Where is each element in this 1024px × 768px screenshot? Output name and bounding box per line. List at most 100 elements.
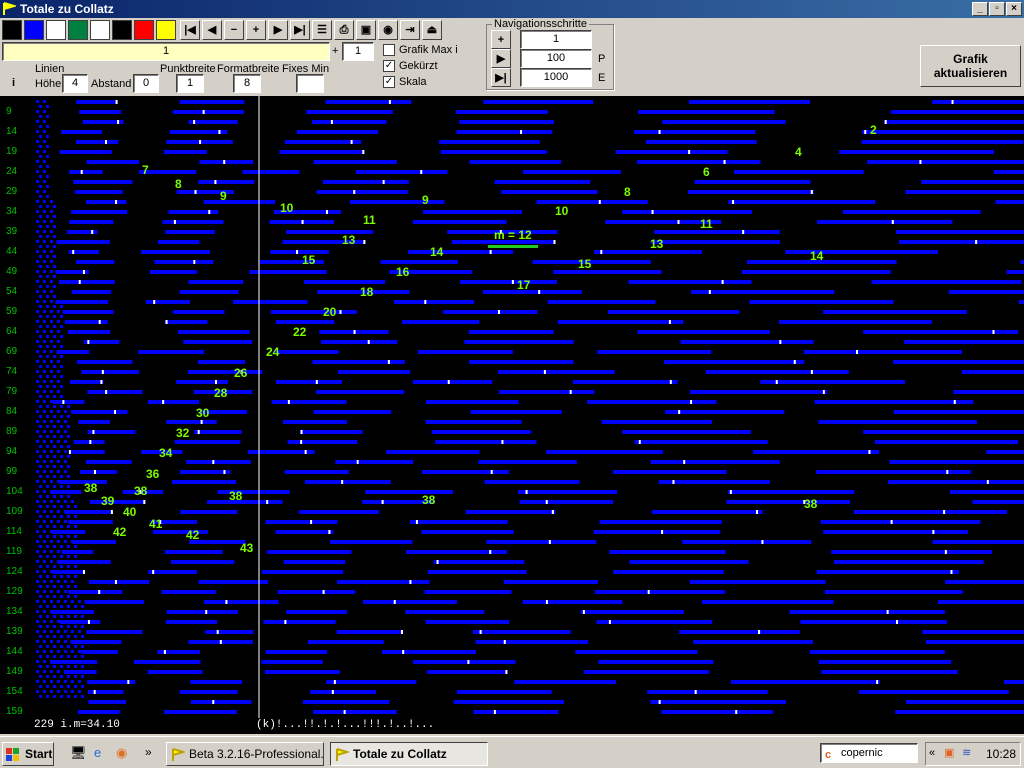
tray-app-icon[interactable]: ▣ [944, 746, 954, 759]
dot-mark [46, 655, 49, 658]
fixes-min-input[interactable] [296, 74, 324, 93]
color-swatch-6[interactable] [112, 20, 132, 40]
bar-mark [190, 700, 252, 704]
tray-expand-icon[interactable]: « [929, 747, 935, 759]
overflow-chevron-icon[interactable]: » [145, 745, 152, 759]
copernic-search-field[interactable]: c copernic [820, 743, 918, 763]
color-swatch-1[interactable] [2, 20, 22, 40]
network-icon[interactable]: ≋ [962, 746, 971, 759]
color-swatch-4[interactable] [68, 20, 88, 40]
bar-mark [609, 550, 726, 554]
grid-button[interactable]: ☰ [312, 20, 332, 40]
bar-mark [265, 520, 338, 524]
nav-p-button[interactable]: ▶ [491, 49, 511, 68]
windows-logo-icon [6, 747, 20, 761]
dot-mark [39, 535, 42, 538]
bar-mark [386, 450, 480, 454]
dot-mark [53, 535, 56, 538]
refresh-line2: aktualisieren [933, 66, 1008, 80]
collatz-number-label: 22 [293, 325, 307, 339]
taskbar-item-collatz[interactable]: Totale zu Collatz [330, 742, 488, 766]
save-button[interactable]: ▣ [356, 20, 376, 40]
skala-checkbox[interactable]: ✓ [383, 76, 395, 88]
collatz-canvas[interactable]: 9 14 19 24 29 34 39 44 49 54 59 64 69 74 79 84 89 94 99 104… [0, 96, 1024, 718]
row-label: 14 [6, 126, 18, 137]
minimize-button[interactable]: _ [972, 2, 988, 16]
nav-plus-button[interactable]: + [491, 30, 511, 49]
dot-mark [50, 430, 53, 433]
bar-mark [312, 360, 405, 364]
exit-button[interactable]: ⏏ [422, 20, 442, 40]
dot-mark [36, 260, 39, 263]
collatz-number-label: 32 [176, 426, 190, 440]
bar-mark [265, 650, 328, 654]
bar-tick [208, 210, 211, 214]
show-desktop-icon[interactable]: 🖥 [70, 745, 87, 761]
taskbar-item-beta[interactable]: Beta 3.2.16-Professional... [166, 742, 324, 766]
bar-tick [197, 430, 200, 434]
dot-mark [50, 640, 53, 643]
bar-mark [895, 710, 1024, 714]
dot-mark [60, 515, 63, 518]
formatbreite-input[interactable]: 8 [233, 74, 261, 93]
dot-mark [39, 185, 42, 188]
collatz-number-label: 17 [517, 278, 531, 292]
close-button[interactable]: × [1006, 2, 1022, 16]
plus-button[interactable]: + [246, 20, 266, 40]
dot-mark [60, 325, 63, 328]
color-swatch-2[interactable] [24, 20, 44, 40]
bar-mark [330, 540, 413, 544]
first-button[interactable]: |◀ [180, 20, 200, 40]
ie-icon[interactable]: e [94, 745, 101, 760]
row-label: 19 [6, 146, 18, 157]
minus-button[interactable]: − [224, 20, 244, 40]
print-button[interactable]: ⎙ [334, 20, 354, 40]
nav-e-input[interactable]: 1000 [520, 68, 592, 87]
bar-mark [81, 370, 140, 374]
bar-mark [59, 150, 112, 154]
bar-mark [172, 110, 244, 114]
dot-mark [39, 325, 42, 328]
range-input[interactable]: 1 [2, 42, 330, 61]
start-button[interactable]: Start [2, 742, 54, 766]
bar-mark [634, 130, 756, 134]
dot-mark [53, 605, 56, 608]
dot-mark [46, 435, 49, 438]
dot-mark [53, 245, 56, 248]
bar-mark [634, 440, 768, 444]
color-swatch-7[interactable] [134, 20, 154, 40]
bar-mark [270, 250, 329, 254]
bar-mark [628, 280, 752, 284]
camera-button[interactable]: ◉ [378, 20, 398, 40]
gekuerzt-checkbox[interactable]: ✓ [383, 60, 395, 72]
dot-mark [64, 460, 67, 463]
hoehe-input[interactable]: 4 [62, 74, 88, 93]
next-button[interactable]: ▶ [268, 20, 288, 40]
dot-mark [64, 410, 67, 413]
step-input[interactable]: 1 [342, 42, 374, 61]
bar-mark [50, 490, 82, 494]
bar-mark [164, 550, 223, 554]
dot-mark [36, 120, 39, 123]
dot-mark [46, 215, 49, 218]
nav-p-input[interactable]: 100 [520, 49, 592, 68]
prev-button[interactable]: ◀ [202, 20, 222, 40]
taskbar-item-beta-label: Beta 3.2.16-Professional... [189, 747, 324, 761]
maximize-button[interactable]: ▫ [989, 2, 1005, 16]
last-button[interactable]: ▶| [290, 20, 310, 40]
dot-mark [39, 465, 42, 468]
color-swatch-3[interactable] [46, 20, 66, 40]
bar-mark [661, 710, 773, 714]
nav-plus-input[interactable]: 1 [520, 30, 592, 49]
bar-mark [315, 390, 405, 394]
abstand-input[interactable]: 0 [133, 74, 159, 93]
bar-mark [393, 300, 475, 304]
punktbreite-input[interactable]: 1 [176, 74, 204, 93]
color-swatch-8[interactable] [156, 20, 176, 40]
export-button[interactable]: ⇥ [400, 20, 420, 40]
grafik-max-checkbox[interactable] [383, 44, 395, 56]
nav-e-button[interactable]: ▶| [491, 68, 511, 87]
firefox-icon[interactable]: ◉ [116, 745, 127, 761]
color-swatch-5[interactable] [90, 20, 110, 40]
refresh-graphic-button[interactable]: Grafik aktualisieren [920, 45, 1021, 87]
